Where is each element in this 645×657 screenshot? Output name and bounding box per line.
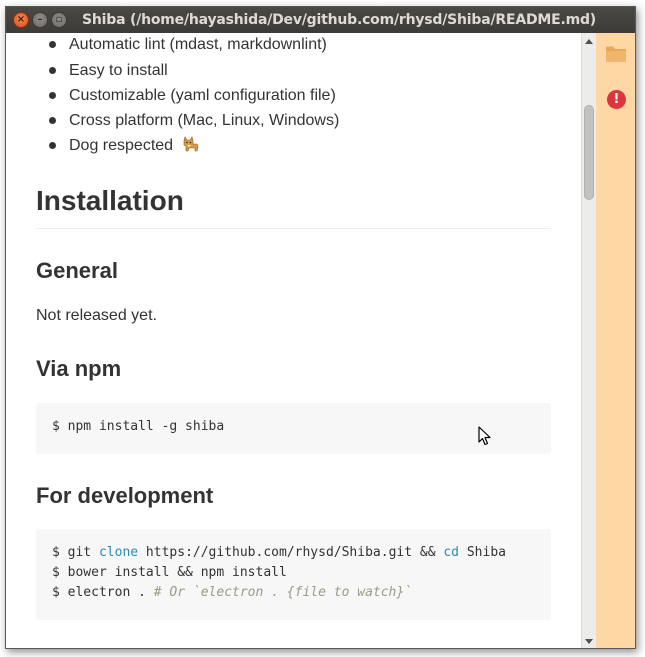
scroll-down-arrow-icon[interactable] <box>585 639 593 644</box>
vertical-scrollbar[interactable] <box>581 33 596 648</box>
alert-icon[interactable]: ! <box>607 90 626 109</box>
window-title: Shiba (/home/hayashida/Dev/github.com/rh… <box>82 12 596 28</box>
folder-icon[interactable] <box>605 45 627 63</box>
npm-code-block: $ npm install -g shiba <box>36 403 551 454</box>
code-line: $ bower install && npm install <box>52 565 287 580</box>
code-line: $ npm install -g shiba <box>52 419 225 434</box>
maximize-button[interactable]: ▫ <box>51 12 67 28</box>
feature-list: Automatic lint (mdast, markdownlint) Eas… <box>46 33 339 158</box>
scroll-thumb[interactable] <box>584 105 594 200</box>
bullet-icon <box>49 41 56 48</box>
installation-heading: Installation <box>36 185 184 216</box>
dog-icon <box>183 136 198 152</box>
scroll-up-arrow-icon[interactable] <box>585 39 593 44</box>
sidebar: ! <box>596 33 635 648</box>
list-item: Customizable (yaml configuration file) <box>46 83 339 108</box>
list-item: Dog respected <box>46 133 339 158</box>
list-item: Automatic lint (mdast, markdownlint) <box>46 33 339 57</box>
mouse-pointer-icon <box>478 426 491 446</box>
code-text: $ git <box>52 545 99 560</box>
code-line: $ git clone https://github.com/rhysd/Shi… <box>52 543 506 563</box>
code-comment: # Or `electron . {file to watch}` <box>153 585 413 600</box>
bullet-icon <box>49 92 56 99</box>
list-item: Easy to install <box>46 58 339 83</box>
code-keyword: cd <box>443 545 460 560</box>
list-item-text: Dog respected <box>69 137 174 154</box>
bullet-icon <box>49 117 56 124</box>
bullet-icon <box>49 67 56 74</box>
list-item-text: Easy to install <box>69 62 168 79</box>
general-heading: General <box>36 258 118 283</box>
general-text: Not released yet. <box>36 307 157 324</box>
minimize-button[interactable]: – <box>32 12 48 28</box>
list-item-text: Cross platform (Mac, Linux, Windows) <box>69 112 340 129</box>
dev-code-block: $ git clone https://github.com/rhysd/Shi… <box>36 529 551 620</box>
dev-heading: For development <box>36 483 214 508</box>
list-item: Cross platform (Mac, Linux, Windows) <box>46 108 339 133</box>
code-text: https://github.com/rhysd/Shiba.git && <box>138 545 444 560</box>
code-text: $ electron . <box>52 585 154 600</box>
heading-divider <box>36 228 551 229</box>
code-text: Shiba <box>459 545 506 560</box>
code-line: $ electron . # Or `electron . {file to w… <box>52 583 412 603</box>
close-button[interactable]: × <box>13 12 29 28</box>
markdown-preview[interactable]: Automatic lint (mdast, markdownlint) Eas… <box>6 33 581 648</box>
list-item-text: Automatic lint (mdast, markdownlint) <box>69 36 327 53</box>
npm-heading: Via npm <box>36 356 122 381</box>
list-item-text: Customizable (yaml configuration file) <box>69 87 336 104</box>
app-window: × – ▫ Shiba (/home/hayashida/Dev/github.… <box>5 6 636 649</box>
title-bar: × – ▫ Shiba (/home/hayashida/Dev/github.… <box>6 7 635 33</box>
bullet-icon <box>49 142 56 149</box>
code-keyword: clone <box>98 545 139 560</box>
